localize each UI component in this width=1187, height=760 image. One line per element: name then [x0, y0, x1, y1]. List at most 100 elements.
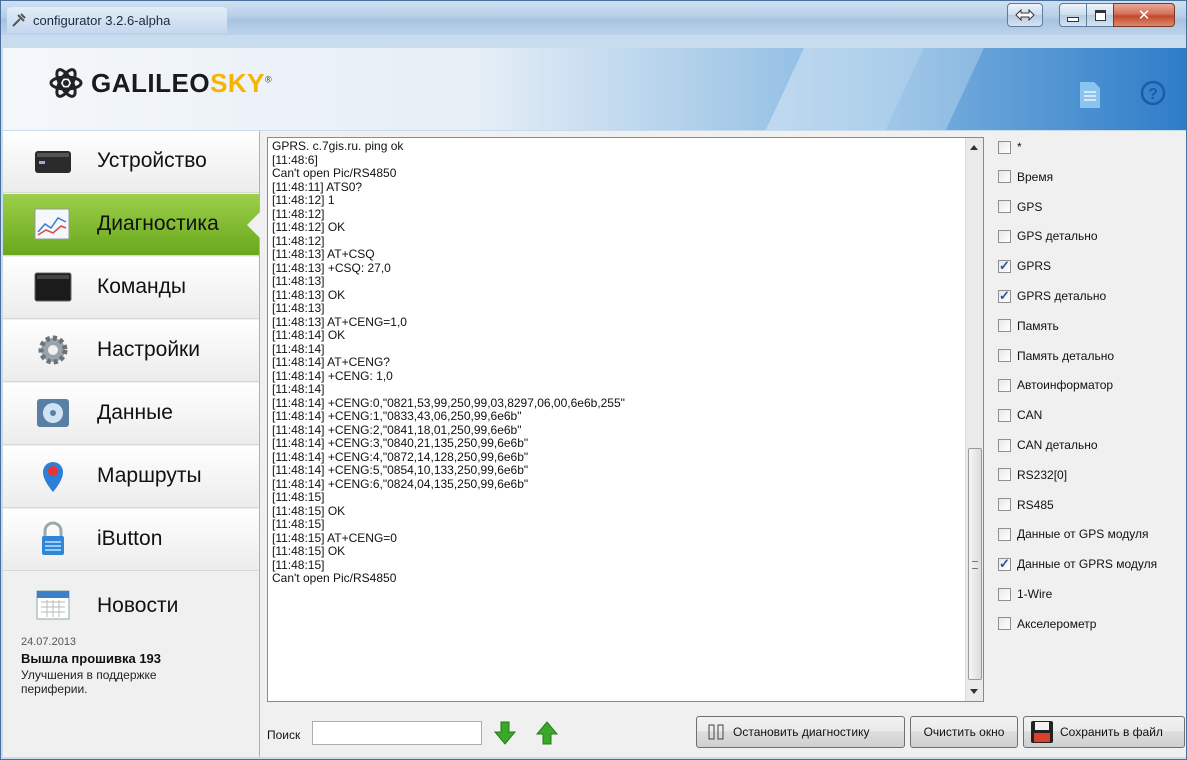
filter-checkbox[interactable]: [998, 556, 1011, 572]
log-line: [11:48:12] 1: [272, 193, 335, 207]
log-line: [11:48:15] AT+CENG=0: [272, 530, 397, 545]
filter-option[interactable]: CAN детально: [998, 435, 1098, 455]
svg-text:?: ?: [1148, 86, 1158, 103]
filter-label: Время: [1017, 169, 1054, 184]
filter-label: GPRS: [1017, 259, 1052, 274]
filter-checkbox[interactable]: [998, 288, 1011, 304]
filter-option[interactable]: GPRS: [998, 256, 1051, 276]
filter-option[interactable]: Память детально: [998, 346, 1114, 366]
scroll-up-icon[interactable]: [970, 145, 978, 150]
search-next-icon[interactable]: [494, 720, 516, 746]
filter-label: Автоинформатор: [1017, 378, 1114, 393]
filter-checkbox[interactable]: [998, 468, 1011, 482]
gear-icon: [38, 335, 68, 365]
save-to-file-button[interactable]: Сохранить в файл: [1023, 716, 1185, 748]
sidebar-item-data[interactable]: Данные: [3, 383, 259, 445]
calendar-icon: [36, 590, 70, 620]
filter-checkbox[interactable]: [998, 349, 1011, 363]
filter-checkbox[interactable]: [998, 498, 1011, 512]
log-line: [11:48:14] +CENG:0,"0821,53,99,250,99,03…: [272, 395, 625, 410]
log-line: [11:48:11] ATS0?: [272, 179, 363, 194]
filter-checkbox[interactable]: [998, 378, 1011, 392]
minimize-icon: [1067, 16, 1079, 22]
document-icon[interactable]: [1080, 82, 1100, 108]
filter-label: GPRS детально: [1017, 289, 1107, 303]
stop-diagnostics-button[interactable]: Остановить диагностику: [696, 716, 905, 748]
log-line: [11:48:13] AT+CSQ: [272, 247, 375, 261]
log-line: [11:48:15]: [272, 517, 325, 531]
filter-option[interactable]: Акселерометр: [998, 614, 1096, 634]
sidebar-item-device[interactable]: Устройство: [3, 131, 259, 193]
log-line: Can't open Pic/RS4850: [272, 571, 397, 585]
scroll-thumb[interactable]: [968, 448, 982, 680]
stop-diagnostics-label: Остановить диагностику: [733, 725, 870, 739]
sidebar-item-commands[interactable]: Команды: [3, 257, 259, 319]
filter-checkbox[interactable]: [998, 587, 1011, 601]
log-scrollbar[interactable]: [965, 138, 983, 701]
active-indicator: [247, 212, 260, 238]
save-to-file-label: Сохранить в файл: [1060, 725, 1163, 739]
filter-checkbox[interactable]: [998, 438, 1011, 452]
filter-option[interactable]: Данные от GPRS модуля: [998, 554, 1157, 574]
maximize-button[interactable]: [1086, 3, 1114, 27]
filter-checkbox[interactable]: [998, 229, 1011, 243]
log-line: [11:48:13] OK: [272, 287, 346, 302]
filter-option[interactable]: 1-Wire: [998, 584, 1052, 604]
filter-option[interactable]: Память: [998, 316, 1059, 336]
close-icon: ✕: [1137, 6, 1151, 24]
filter-checkbox[interactable]: [998, 319, 1011, 333]
sidebar-item-routes[interactable]: Маршруты: [3, 446, 259, 508]
sidebar-item-ibutton[interactable]: iButton: [3, 509, 259, 571]
log-line: [11:48:14] AT+CENG?: [272, 355, 390, 369]
filter-checkbox[interactable]: [998, 527, 1011, 541]
clear-window-button[interactable]: Очистить окно: [910, 716, 1018, 748]
filter-option[interactable]: RS232[0]: [998, 465, 1067, 485]
sidebar-item-settings[interactable]: Настройки: [3, 320, 259, 382]
app-icon: [12, 13, 26, 27]
filter-checkbox[interactable]: [998, 617, 1011, 631]
filter-label: GPS: [1017, 199, 1043, 214]
minimize-button[interactable]: [1059, 3, 1087, 27]
filter-checkbox[interactable]: [998, 140, 1011, 154]
filter-option[interactable]: Автоинформатор: [998, 375, 1113, 395]
sidebar: Устройство Диагностика Команды Настройки: [3, 131, 260, 757]
log-line: [11:48:6]: [272, 152, 318, 167]
help-icon[interactable]: ?: [1140, 80, 1166, 106]
news-date: 24.07.2013: [21, 636, 77, 648]
filter-option[interactable]: RS485: [998, 495, 1054, 515]
title-bar[interactable]: configurator 3.2.6-alpha ✕: [1, 1, 1186, 35]
scroll-down-icon[interactable]: [970, 689, 978, 694]
filter-option[interactable]: CAN: [998, 405, 1042, 425]
filter-checkbox[interactable]: [998, 200, 1011, 214]
sidebar-item-diagnostics[interactable]: Диагностика: [3, 194, 260, 256]
log-output[interactable]: GPRS. c.7gis.ru. ping ok [11:48:6] Can't o…: [267, 137, 984, 702]
filter-option[interactable]: Данные от GPS модуля: [998, 524, 1149, 544]
filter-option[interactable]: GPRS детально: [998, 286, 1106, 306]
filter-option[interactable]: *: [998, 137, 1022, 157]
filter-label: Данные от GPS модуля: [1017, 527, 1149, 542]
sidebar-item-label: Команды: [97, 275, 186, 298]
filter-option[interactable]: GPS: [998, 197, 1042, 217]
filter-checkbox[interactable]: [998, 170, 1011, 184]
header-banner: GALILEOSKY® ?: [3, 48, 1186, 130]
log-line: [11:48:14] +CENG: 1,0: [272, 368, 393, 383]
diagnostics-panel: GPRS. c.7gis.ru. ping ok [11:48:6] Can't o…: [260, 131, 1186, 757]
log-line: [11:48:14] +CENG:5,"0854,10,133,250,99,6…: [272, 463, 529, 477]
filter-option[interactable]: Время: [998, 167, 1053, 187]
resize-toggle-button[interactable]: [1007, 3, 1043, 27]
map-pin-icon: [43, 462, 63, 492]
log-line: [11:48:13]: [272, 274, 325, 288]
log-line: [11:48:13] +CSQ: 27,0: [272, 260, 391, 275]
filter-label: CAN: [1017, 408, 1043, 423]
filter-checkbox[interactable]: [998, 408, 1011, 422]
filter-option[interactable]: GPS детально: [998, 226, 1098, 246]
atom-icon: [49, 68, 83, 98]
close-button[interactable]: ✕: [1113, 3, 1175, 27]
search-input[interactable]: [312, 721, 482, 745]
filter-checkbox[interactable]: [998, 258, 1011, 274]
log-line: [11:48:14] +CENG:1,"0833,43,06,250,99,6e…: [272, 409, 522, 423]
news-title[interactable]: Вышла прошивка 193: [21, 651, 161, 666]
filter-label: CAN детально: [1017, 438, 1098, 452]
app-window: configurator 3.2.6-alpha ✕ GALILEOSKY® ?…: [0, 0, 1187, 760]
search-prev-icon[interactable]: [536, 720, 558, 746]
